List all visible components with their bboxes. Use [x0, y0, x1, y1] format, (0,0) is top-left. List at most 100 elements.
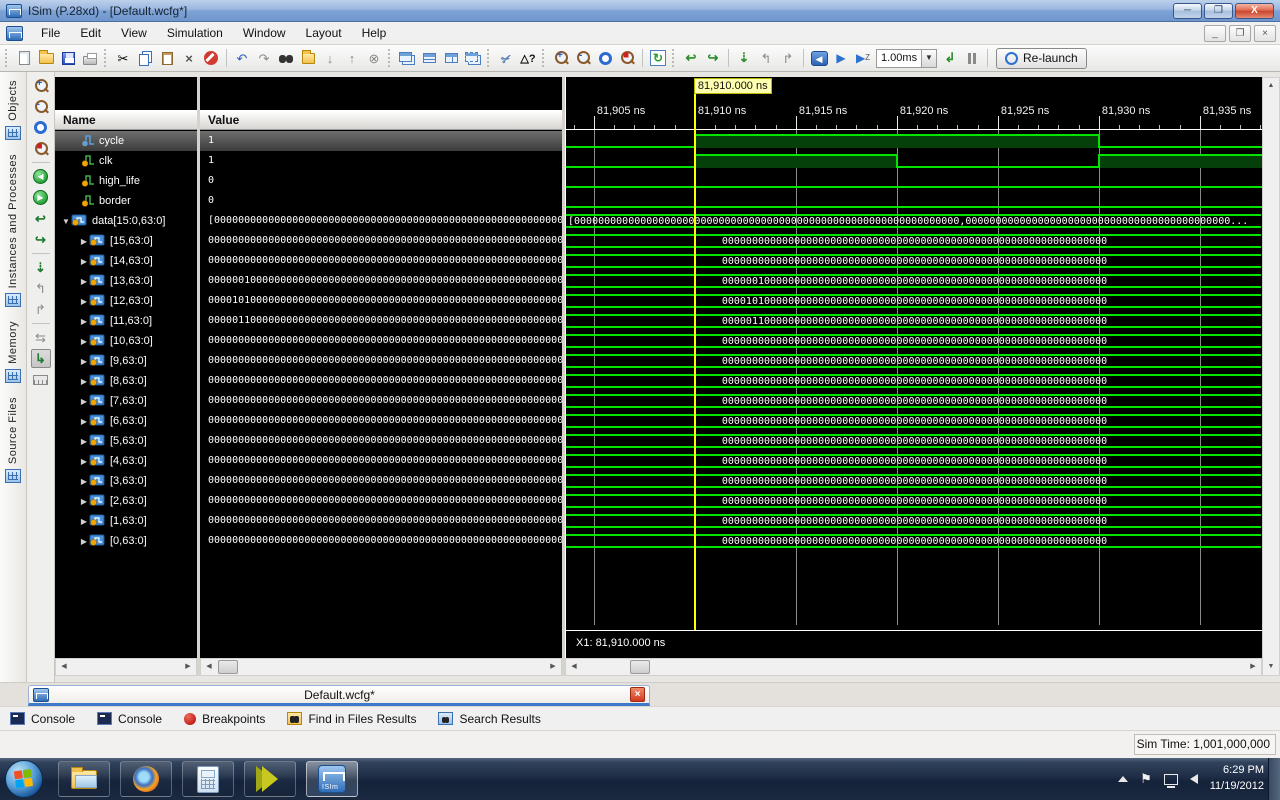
- signal-row-name[interactable]: ▶[12,63:0]: [55, 291, 197, 311]
- signal-row-value[interactable]: 0000000000000000000000000000000000000000…: [200, 331, 562, 351]
- signal-row-name[interactable]: ▶[13,63:0]: [55, 271, 197, 291]
- scroll-right-icon[interactable]: ▶: [545, 659, 561, 675]
- expand-icon[interactable]: ▶: [79, 297, 89, 306]
- waveform-panel[interactable]: 81,910.000 ns 81,905 ns81,910 ns81,915 n…: [565, 77, 1262, 658]
- wave-row-highlife[interactable]: [566, 171, 1262, 191]
- run-for-time-icon[interactable]: ▶Z: [853, 48, 873, 68]
- next-transition-icon[interactable]: ↪: [703, 48, 723, 68]
- signal-row-name[interactable]: ▶[6,63:0]: [55, 411, 197, 431]
- signal-row-name[interactable]: ▶[7,63:0]: [55, 391, 197, 411]
- expand-icon[interactable]: ▶: [79, 517, 89, 526]
- break-icon[interactable]: [962, 48, 982, 68]
- save-icon[interactable]: [58, 48, 78, 68]
- whats-this-icon[interactable]: △?: [518, 48, 538, 68]
- signal-row-value[interactable]: 0000000000000000000000000000000000000000…: [200, 431, 562, 451]
- swap-cursor-icon[interactable]: ⇆: [31, 328, 51, 347]
- wave-row-10630[interactable]: 0000000000000000000000000000000000000000…: [566, 331, 1262, 351]
- scroll-left-icon[interactable]: ◀: [201, 659, 217, 675]
- wave-row-cycle[interactable]: [566, 131, 1262, 151]
- undo-icon[interactable]: ↶: [232, 48, 252, 68]
- ruler-icon[interactable]: [31, 370, 51, 389]
- signal-row-name[interactable]: ▶[5,63:0]: [55, 431, 197, 451]
- redo-icon[interactable]: ↷: [254, 48, 274, 68]
- signal-row-name[interactable]: ▶[3,63:0]: [55, 471, 197, 491]
- time-cursor[interactable]: [694, 94, 696, 630]
- wave-row-6630[interactable]: 0000000000000000000000000000000000000000…: [566, 411, 1262, 431]
- menu-layout[interactable]: Layout: [296, 23, 352, 43]
- tile-vertical-icon[interactable]: [441, 48, 461, 68]
- float-window-icon[interactable]: [463, 48, 483, 68]
- no-entry-icon[interactable]: [201, 48, 221, 68]
- close-results-icon[interactable]: ⊗: [364, 48, 384, 68]
- wave-row-data150630[interactable]: [000000000000000000000000000000000000000…: [566, 211, 1262, 231]
- wave-row-2630[interactable]: 0000000000000000000000000000000000000000…: [566, 491, 1262, 511]
- wave-row-border[interactable]: [566, 191, 1262, 211]
- taskbar-explorer-button[interactable]: [58, 761, 110, 797]
- wave-row-0630[interactable]: 0000000000000000000000000000000000000000…: [566, 531, 1262, 551]
- scroll-left-icon[interactable]: ◀: [56, 659, 72, 675]
- wave-row-4630[interactable]: 0000000000000000000000000000000000000000…: [566, 451, 1262, 471]
- scroll-right-icon[interactable]: ▶: [180, 659, 196, 675]
- mdi-minimize-button[interactable]: _: [1204, 25, 1226, 42]
- wave-panel-vscrollbar[interactable]: ▲ ▼: [1262, 77, 1280, 676]
- close-button[interactable]: X: [1235, 3, 1274, 19]
- signal-row-name[interactable]: cycle: [55, 131, 197, 151]
- signal-row-name[interactable]: ▶[8,63:0]: [55, 371, 197, 391]
- document-icon[interactable]: [6, 26, 23, 41]
- name-panel-hscrollbar[interactable]: ◀ ▶: [55, 658, 197, 676]
- go-to-end-icon[interactable]: ▶: [31, 188, 51, 207]
- signal-row-value[interactable]: 0: [200, 191, 562, 211]
- wave-panel-hscrollbar[interactable]: ◀ ▶: [565, 658, 1262, 676]
- menu-edit[interactable]: Edit: [70, 23, 111, 43]
- signal-row-value[interactable]: 0000000000000000000000000000000000000000…: [200, 491, 562, 511]
- zoom-in-icon[interactable]: +: [31, 76, 51, 95]
- side-tab-objects[interactable]: Objects: [5, 80, 21, 140]
- value-panel-hscrollbar[interactable]: ◀ ▶: [200, 658, 562, 676]
- signal-row-value[interactable]: 0: [200, 171, 562, 191]
- wave-row-15630[interactable]: 0000000000000000000000000000000000000000…: [566, 231, 1262, 251]
- show-desktop-button[interactable]: [1268, 758, 1280, 800]
- marker-down-icon[interactable]: ⇣: [31, 258, 51, 277]
- menu-file[interactable]: File: [31, 23, 70, 43]
- scrollbar-thumb[interactable]: [630, 660, 650, 674]
- expand-icon[interactable]: ▶: [79, 337, 89, 346]
- wave-row-3630[interactable]: 0000000000000000000000000000000000000000…: [566, 471, 1262, 491]
- mdi-close-button[interactable]: ×: [1254, 25, 1276, 42]
- bottom-tab-breakpoints[interactable]: Breakpoints: [184, 712, 265, 726]
- tab-default-wcfg[interactable]: Default.wcfg* ×: [28, 685, 650, 706]
- menu-window[interactable]: Window: [233, 23, 296, 43]
- wave-row-11630[interactable]: 0000011000000000000000000000000000000000…: [566, 311, 1262, 331]
- side-tab-memory[interactable]: Memory: [5, 321, 21, 383]
- scroll-up-icon[interactable]: ▲: [1263, 78, 1279, 94]
- tray-expand-icon[interactable]: [1118, 776, 1128, 782]
- zoom-in-icon[interactable]: +: [551, 48, 571, 68]
- signal-row-value[interactable]: 0000000000000000000000000000000000000000…: [200, 511, 562, 531]
- zoom-cursor-icon[interactable]: ■: [31, 139, 51, 158]
- signal-row-value[interactable]: 0000101000000000000000000000000000000000…: [200, 291, 562, 311]
- expand-icon[interactable]: ▶: [79, 417, 89, 426]
- signal-row-name[interactable]: ▶[4,63:0]: [55, 451, 197, 471]
- wave-row-14630[interactable]: 0000000000000000000000000000000000000000…: [566, 251, 1262, 271]
- action-center-flag-icon[interactable]: ⚑: [1140, 771, 1152, 787]
- wave-row-12630[interactable]: 0000101000000000000000000000000000000000…: [566, 291, 1262, 311]
- wave-row-8630[interactable]: 0000000000000000000000000000000000000000…: [566, 371, 1262, 391]
- signal-row-value[interactable]: 1: [200, 131, 562, 151]
- tab-close-icon[interactable]: ×: [630, 687, 645, 702]
- signal-row-value[interactable]: 0000000000000000000000000000000000000000…: [200, 451, 562, 471]
- side-tab-source-files[interactable]: Source Files: [5, 397, 21, 483]
- go-to-start-icon[interactable]: ◀: [31, 167, 51, 186]
- zoom-out-icon[interactable]: -: [31, 97, 51, 116]
- zoom-cursor-icon[interactable]: ■: [617, 48, 637, 68]
- expand-icon[interactable]: ▶: [79, 237, 89, 246]
- signal-row-name[interactable]: ▶[0,63:0]: [55, 531, 197, 551]
- taskbar-firefox-button[interactable]: [120, 761, 172, 797]
- expand-icon[interactable]: ▶: [79, 537, 89, 546]
- delete-icon[interactable]: ×: [179, 48, 199, 68]
- bottom-tab-console[interactable]: Console: [10, 712, 75, 726]
- run-time-dropdown-icon[interactable]: ▼: [921, 50, 936, 67]
- bottom-tab-console[interactable]: Console: [97, 712, 162, 726]
- prev-marker-icon[interactable]: ↰: [756, 48, 776, 68]
- wave-row-clk[interactable]: [566, 151, 1262, 171]
- signal-row-name[interactable]: border: [55, 191, 197, 211]
- zoom-full-view-icon[interactable]: [31, 118, 51, 137]
